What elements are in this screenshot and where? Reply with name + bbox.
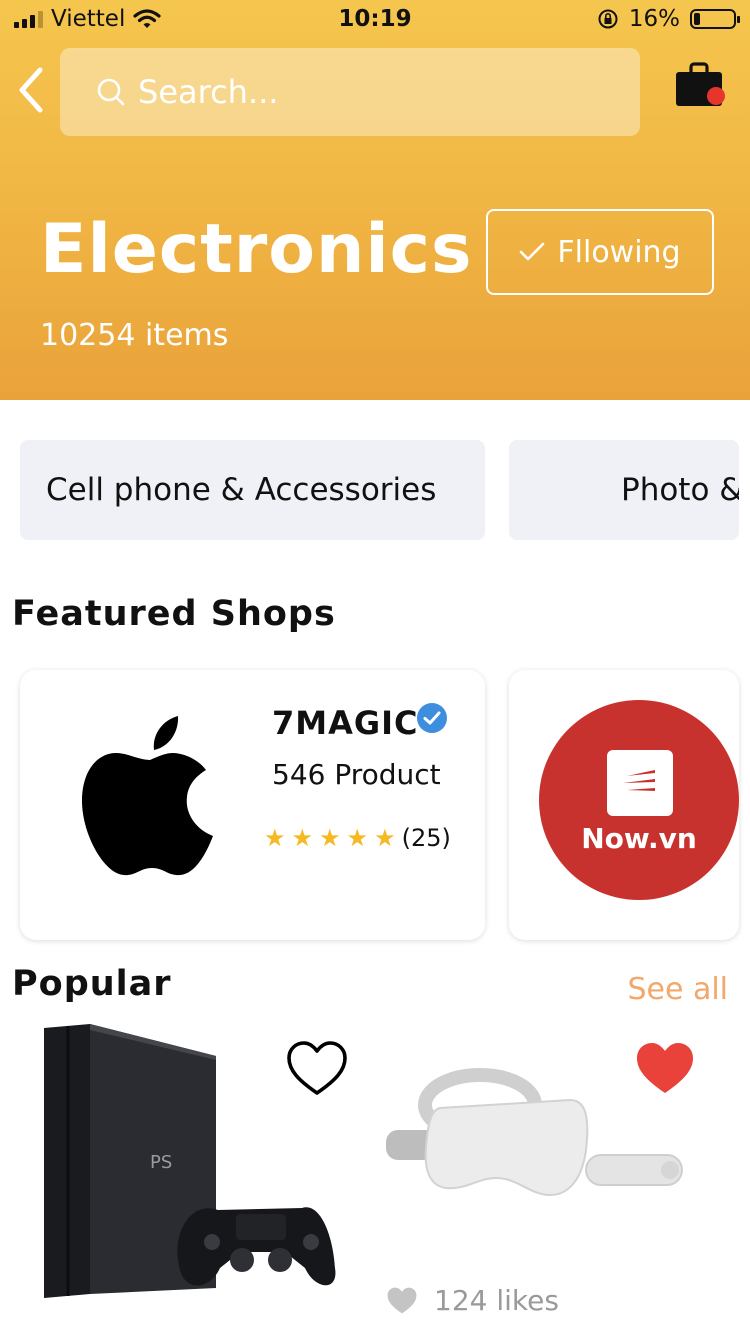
featured-shops-title: Featured Shops (12, 594, 336, 634)
svg-text:PS: PS (150, 1152, 172, 1173)
star-icon: ★ (264, 824, 286, 852)
star-icon: ★ (374, 824, 396, 852)
check-icon (520, 242, 545, 261)
heart-filled-icon[interactable] (634, 1040, 696, 1098)
subcategory-chip[interactable]: Photo & (509, 440, 739, 540)
back-arrow-icon[interactable] (14, 62, 54, 118)
shop-product-count: 546 Product (272, 758, 441, 791)
category-item-count: 10254 items (40, 318, 229, 353)
nowvn-logo: Now.vn (539, 700, 739, 900)
search-bar[interactable] (60, 48, 640, 136)
shop-name: 7MAGIC (272, 704, 419, 742)
apple-logo (82, 716, 213, 876)
star-icon: ★ (346, 824, 369, 852)
subcategory-chip-label: Photo & (621, 472, 739, 508)
follow-button-label: Fllowing (557, 234, 681, 270)
category-title: Electronics (40, 210, 473, 289)
nowvn-logo-text: Now.vn (581, 822, 697, 855)
heart-outline-icon[interactable] (286, 1040, 348, 1098)
shop-rating: ★ ★ ★ ★ ★ (25) (264, 824, 451, 852)
status-bar: Viettel 10:19 16% (0, 0, 750, 40)
rotation-lock-icon (598, 9, 618, 29)
nowvn-logo-mark (607, 750, 673, 816)
subcategory-chip-label: Cell phone & Accessories (46, 472, 437, 508)
verified-badge-icon (417, 703, 447, 733)
star-icon: ★ (291, 824, 314, 852)
likes-count: 124 likes (386, 1284, 559, 1317)
status-right: 16% (597, 6, 740, 32)
rating-count: (25) (401, 824, 451, 852)
shop-card[interactable]: Now.vn (509, 670, 739, 940)
battery-icon (690, 9, 740, 29)
battery-percent: 16% (628, 6, 680, 32)
search-icon (97, 78, 125, 106)
popular-title: Popular (12, 964, 172, 1004)
heart-small-icon (387, 1287, 417, 1313)
likes-label: 124 likes (434, 1284, 559, 1317)
see-all-link[interactable]: See all (627, 972, 728, 1007)
shopping-bag-icon[interactable] (674, 62, 730, 112)
shop-card[interactable]: 7MAGIC 546 Product ★ ★ ★ ★ ★ (25) (20, 670, 485, 940)
subcategory-chip[interactable]: Cell phone & Accessories (20, 440, 485, 540)
search-input[interactable] (136, 72, 620, 112)
star-icon: ★ (319, 824, 341, 852)
follow-button[interactable]: Fllowing (486, 209, 714, 295)
